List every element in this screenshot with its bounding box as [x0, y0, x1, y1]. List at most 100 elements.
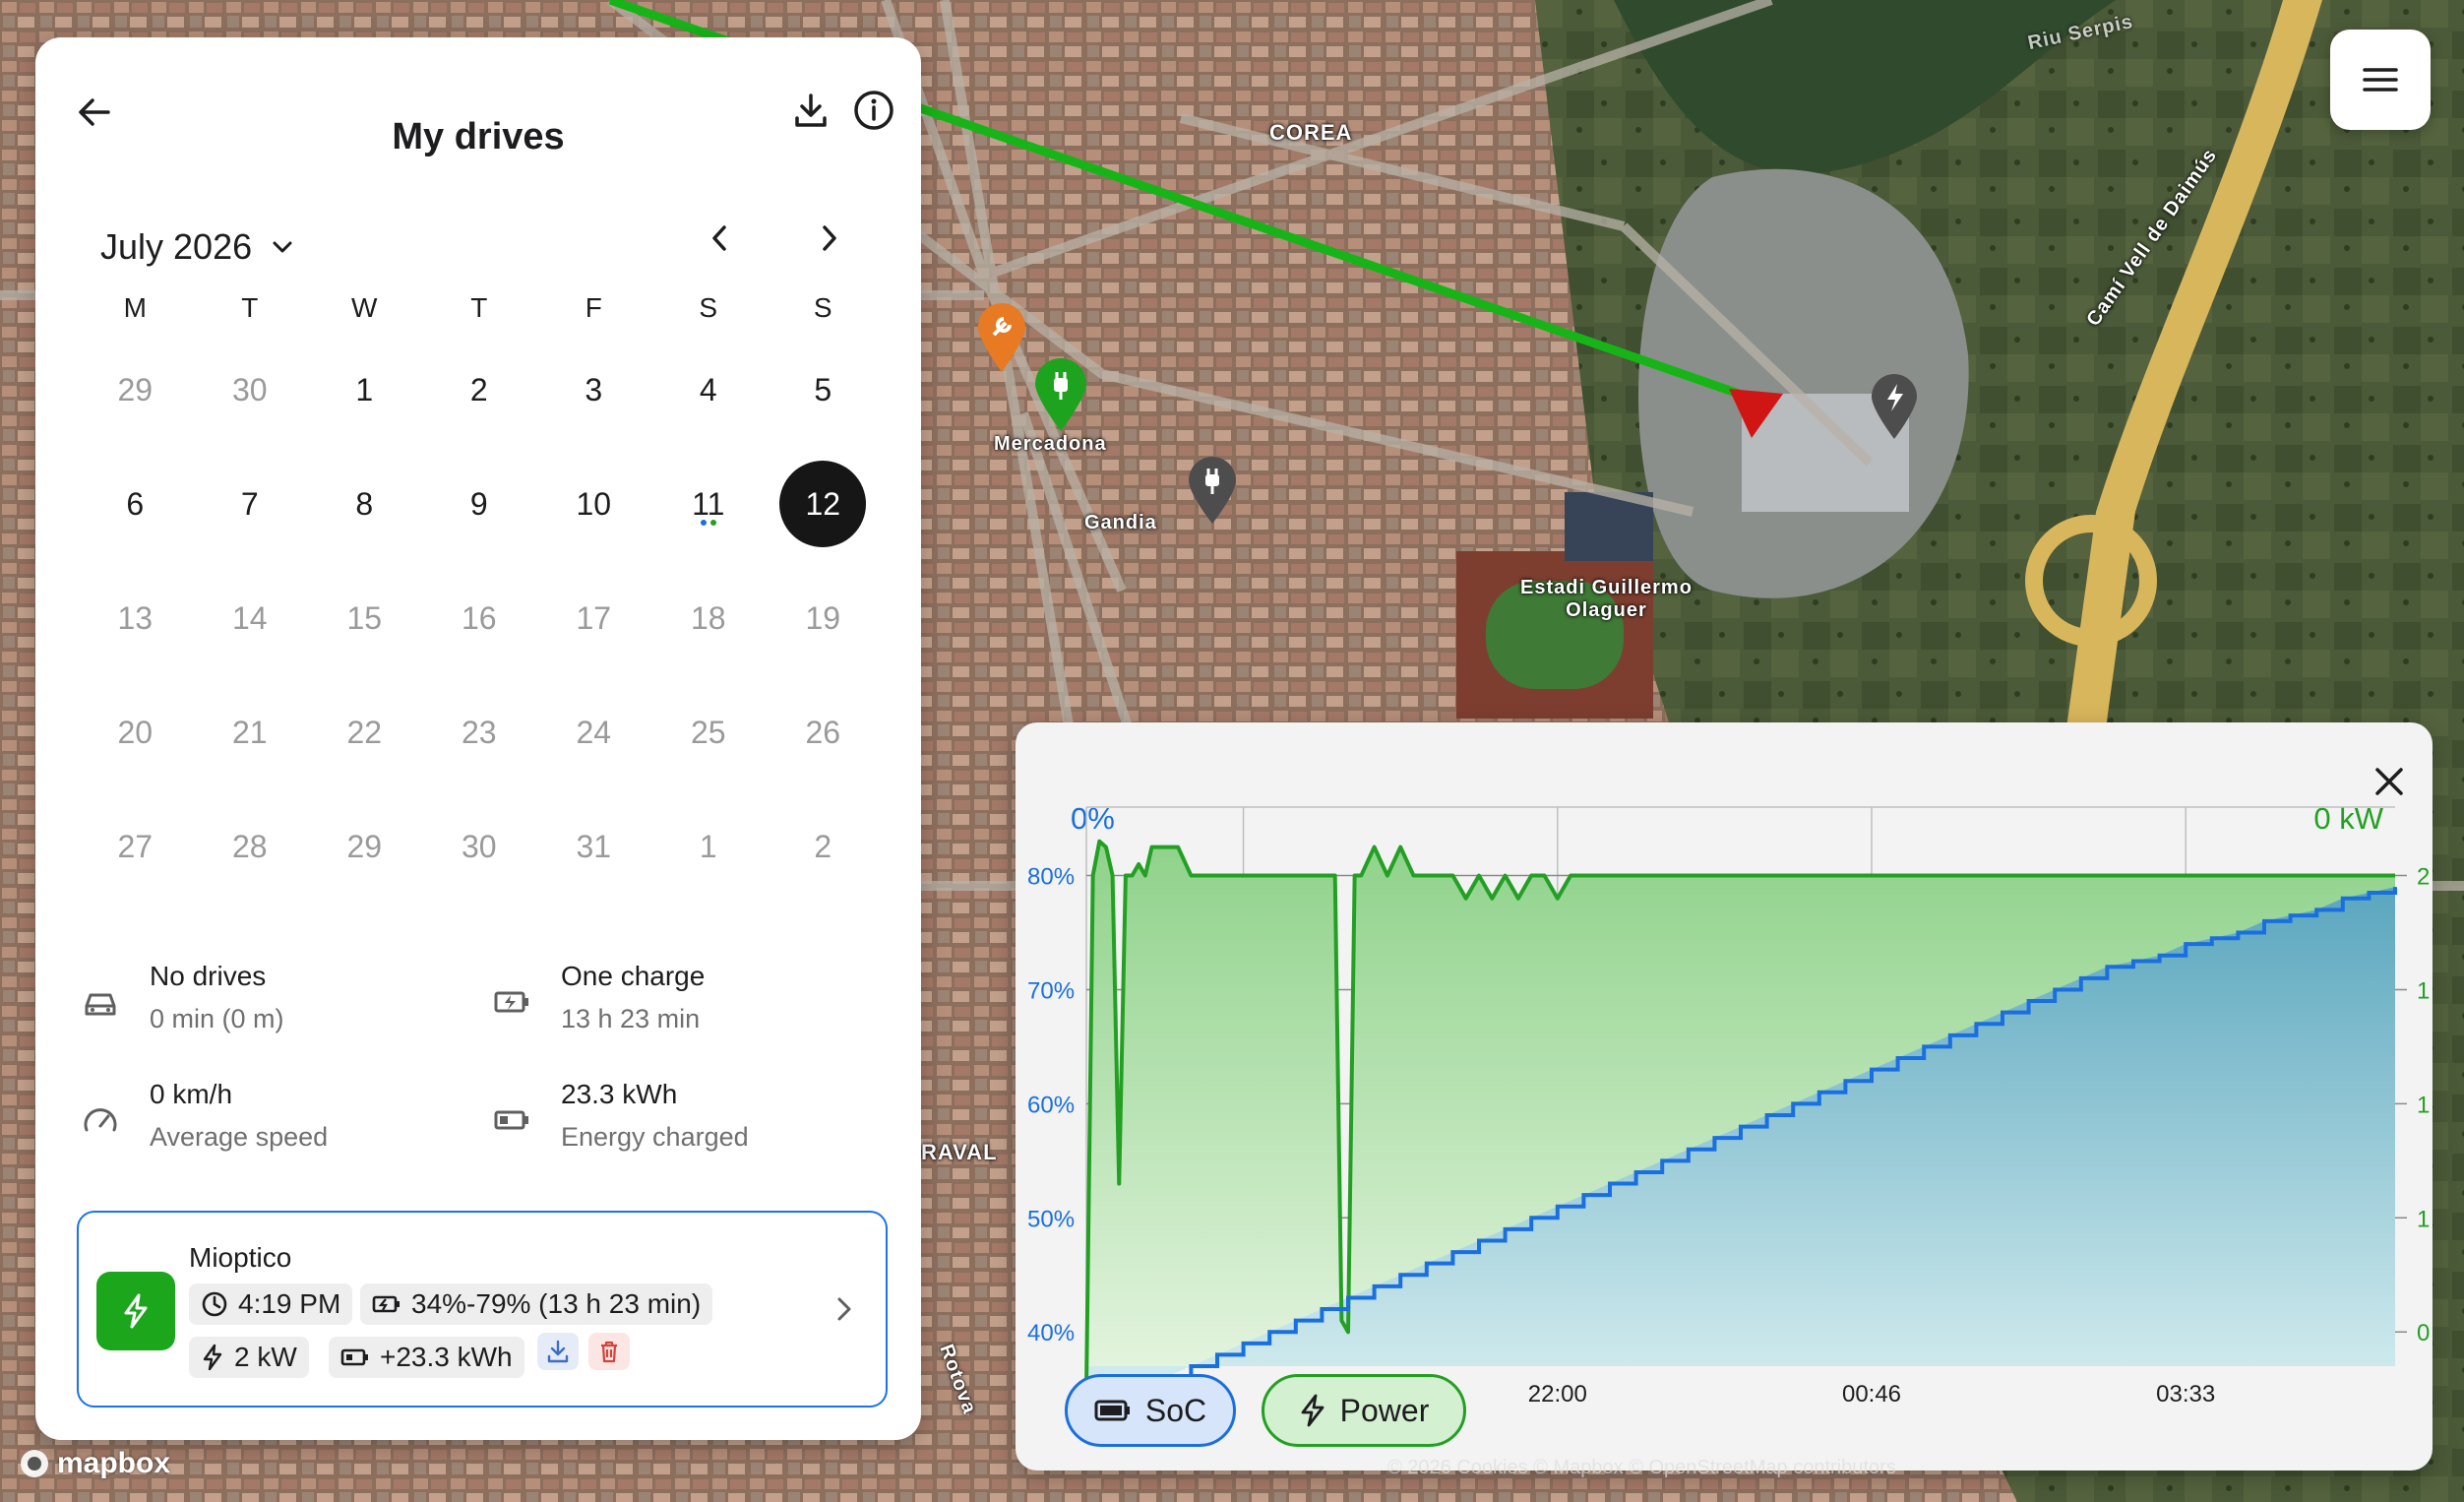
calendar-day[interactable]: 16	[422, 561, 537, 675]
lightning-icon	[203, 1344, 222, 1371]
battery-icon	[494, 1110, 528, 1130]
drives-duration: 0 min (0 m)	[150, 1004, 284, 1033]
map-attribution[interactable]: © 2026 Cookies © Mapbox © OpenStreetMap …	[1387, 1457, 1896, 1479]
calendar-day[interactable]: 30	[422, 789, 537, 904]
charges-count: One charge	[561, 961, 706, 991]
map-label-raval: RAVAL	[921, 1140, 998, 1164]
chevron-right-icon	[823, 225, 836, 251]
calendar-day[interactable]: 24	[536, 675, 651, 789]
energy-charged-label: Energy charged	[561, 1122, 749, 1152]
calendar-day[interactable]: 1	[651, 789, 767, 904]
energy-charged-value: 23.3 kWh	[561, 1079, 678, 1109]
calendar-day[interactable]: 9	[422, 447, 537, 561]
calendar-day[interactable]: 6	[78, 447, 193, 561]
menu-button[interactable]	[2330, 30, 2431, 130]
battery-icon	[1094, 1400, 1130, 1421]
calendar-day[interactable]: 8	[307, 447, 422, 561]
info-icon	[854, 91, 893, 130]
soc-range-chip: 34%-79% (13 h 23 min)	[360, 1283, 713, 1325]
calendar-day[interactable]: 2	[766, 789, 881, 904]
power-tick-label: 2 kW	[2417, 864, 2433, 891]
calendar-day[interactable]: 17	[536, 561, 651, 675]
soc-tick-label: 80%	[1027, 864, 1075, 891]
power-tick-label: 0 kW	[2417, 1320, 2433, 1346]
calendar-day[interactable]: 7	[193, 447, 308, 561]
calendar-day[interactable]: 10	[536, 447, 651, 561]
calendar-day[interactable]: 18	[651, 561, 767, 675]
calendar-day[interactable]: 14	[193, 561, 308, 675]
calendar-day-number: 30	[231, 371, 268, 407]
calendar-day[interactable]: 19	[766, 561, 881, 675]
calendar-grid: M T W T F S S 29 30 1 2 3 4 5 6 7 8 9 10 11 12 13 14 15 1…	[78, 283, 881, 904]
calendar-day[interactable]: 1	[307, 333, 422, 447]
charger-pin-icon[interactable]	[1187, 455, 1238, 526]
calendar-day[interactable]: 5	[766, 333, 881, 447]
previous-month-button[interactable]	[693, 211, 748, 266]
average-speed-label: Average speed	[150, 1122, 329, 1152]
power-toggle-label: Power	[1339, 1392, 1430, 1428]
calendar-day[interactable]: 25	[651, 675, 767, 789]
calendar-day-number: 10	[576, 485, 612, 522]
drives-panel: My drives July 2026 M T W T F S S 29 30 …	[35, 37, 921, 1440]
download-session-button[interactable]	[537, 1333, 579, 1370]
delete-session-button[interactable]	[588, 1333, 630, 1370]
time-tick-label: 00:46	[1842, 1381, 1901, 1408]
chevron-down-icon	[273, 241, 292, 253]
calendar-day[interactable]: 23	[422, 675, 537, 789]
weekday-label: S	[699, 292, 718, 323]
calendar-day[interactable]: 3	[536, 333, 651, 447]
weekday-label: T	[470, 292, 488, 323]
calendar-day-number: 27	[117, 828, 154, 864]
power-chip: 2 kW	[189, 1337, 309, 1378]
charge-badge	[96, 1272, 175, 1350]
calendar-day[interactable]: 15	[307, 561, 422, 675]
time-tick-label: 22:00	[1528, 1381, 1587, 1408]
calendar-day[interactable]: 26	[766, 675, 881, 789]
charge-start-chip: 4:19 PM	[189, 1283, 353, 1325]
calendar-day-number: 13	[117, 599, 154, 636]
mapbox-logo[interactable]: mapbox	[18, 1447, 170, 1480]
charge-chart-panel: 0% 0 kW 80%70%60%50%40%2 kW1 kW1 kW1 kW0…	[1016, 722, 2433, 1471]
calendar-day-number: 30	[461, 828, 497, 864]
calendar-day-selected[interactable]: 12	[766, 447, 881, 561]
calendar-day[interactable]: 13	[78, 561, 193, 675]
time-tick-label: 03:33	[2156, 1381, 2215, 1408]
calendar-day[interactable]: 4	[651, 333, 767, 447]
calendar-day-number: 23	[461, 714, 497, 750]
calendar-day[interactable]: 29	[78, 333, 193, 447]
month-selector[interactable]: July 2026	[100, 226, 295, 268]
charger-pin-icon[interactable]	[1870, 372, 1919, 441]
calendar-day[interactable]: 27	[78, 789, 193, 904]
calendar-day-number: 4	[699, 371, 717, 407]
soc-toggle-button[interactable]: SoC	[1065, 1374, 1236, 1447]
calendar-day[interactable]: 11	[651, 447, 767, 561]
calendar-day-number: 1	[699, 828, 717, 864]
weekday-header: M T W T F S S	[78, 283, 881, 333]
map-label-gandia: Gandia	[1084, 512, 1157, 533]
charger-pin-icon[interactable]	[1033, 356, 1088, 433]
service-pin-icon[interactable]	[976, 301, 1027, 374]
charge-chart[interactable]: 80% 70% 60% 50% 40% 2 kW 1 kW 1 kW 1 kW 0 kW 22:00…	[1016, 722, 2433, 1471]
calendar-day[interactable]: 22	[307, 675, 422, 789]
calendar-day[interactable]: 2	[422, 333, 537, 447]
next-month-button[interactable]	[801, 211, 856, 266]
calendar-day[interactable]: 31	[536, 789, 651, 904]
weekday-label: W	[351, 292, 378, 323]
speedometer-icon	[84, 1108, 117, 1132]
trash-icon	[601, 1341, 617, 1363]
calendar-day-number: 5	[814, 371, 832, 407]
calendar-day[interactable]: 29	[307, 789, 422, 904]
charges-duration: 13 h 23 min	[561, 1004, 701, 1033]
calendar-day[interactable]: 21	[193, 675, 308, 789]
calendar-day-number: 3	[585, 371, 603, 407]
calendar-day[interactable]: 30	[193, 333, 308, 447]
calendar-day[interactable]: 28	[193, 789, 308, 904]
info-button[interactable]	[844, 81, 903, 140]
charge-session-card[interactable]: Mioptico 4:19 PM 34%-79% (13 h 23 min) 2…	[77, 1211, 888, 1408]
map-label-corea: COREA	[1269, 120, 1353, 145]
export-button[interactable]	[781, 81, 840, 140]
calendar-day-number: 20	[117, 714, 154, 750]
calendar-day-number: 12	[779, 461, 867, 547]
power-toggle-button[interactable]: Power	[1262, 1374, 1466, 1447]
calendar-day[interactable]: 20	[78, 675, 193, 789]
